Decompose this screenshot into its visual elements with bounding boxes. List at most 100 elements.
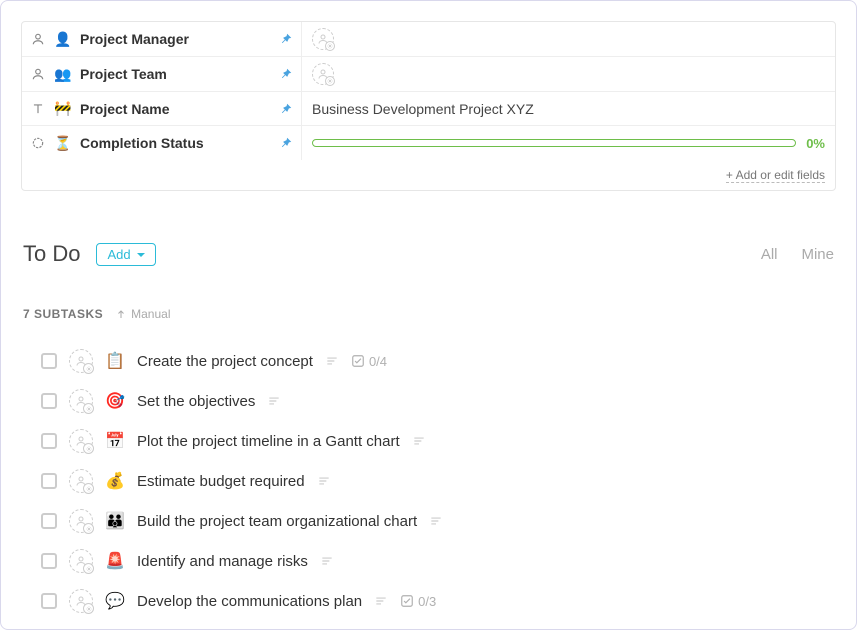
assignee-placeholder[interactable]	[69, 549, 93, 573]
gear-icon	[83, 563, 94, 574]
task-emoji-icon: 👪	[105, 511, 125, 531]
subtask-counter-text: 0/3	[418, 594, 436, 609]
description-icon[interactable]	[317, 474, 331, 488]
task-title[interactable]: Plot the project timeline in a Gantt cha…	[137, 433, 400, 450]
field-emoji-icon: 👤	[54, 30, 72, 48]
task-checkbox[interactable]	[41, 473, 57, 489]
gear-icon	[325, 41, 335, 51]
section-header: To Do Add All Mine	[21, 241, 836, 267]
field-label-text: Project Manager	[80, 31, 189, 47]
field-label-cell[interactable]: 👥 Project Team	[22, 57, 302, 91]
assignee-placeholder[interactable]	[69, 389, 93, 413]
field-emoji-icon: ⏳	[54, 134, 72, 152]
task-row[interactable]: 👪 Build the project team organizational c…	[41, 501, 836, 541]
task-title[interactable]: Estimate budget required	[137, 473, 305, 490]
description-icon[interactable]	[267, 394, 281, 408]
description-icon[interactable]	[320, 554, 334, 568]
task-row[interactable]: 🚨Identify and manage risks	[41, 541, 836, 581]
fields-footer: + Add or edit fields	[22, 160, 835, 190]
gear-icon	[83, 363, 94, 374]
field-row: 👤 Project Manager	[22, 22, 835, 57]
subtask-meta-row: 7 SUBTASKS Manual	[21, 307, 836, 321]
task-emoji-icon: 📅	[105, 431, 125, 451]
task-title[interactable]: Build the project team organizational ch…	[137, 513, 417, 530]
subtask-counter[interactable]: 0/4	[351, 354, 387, 369]
sort-selector[interactable]: Manual	[115, 307, 170, 321]
pin-icon[interactable]	[279, 32, 293, 46]
field-row: ⏳ Completion Status 0%	[22, 126, 835, 160]
task-title[interactable]: Identify and manage risks	[137, 553, 308, 570]
task-row[interactable]: 💬 Develop the communications plan 0/3	[41, 581, 836, 621]
add-button[interactable]: Add	[96, 243, 155, 266]
assignee-placeholder[interactable]	[69, 429, 93, 453]
assignee-placeholder[interactable]	[69, 469, 93, 493]
progress-type-icon	[30, 135, 46, 151]
field-value-cell[interactable]	[302, 22, 835, 56]
gear-icon	[83, 443, 94, 454]
task-checkbox[interactable]	[41, 593, 57, 609]
task-title[interactable]: Create the project concept	[137, 353, 313, 370]
task-title[interactable]: Develop the communications plan	[137, 593, 362, 610]
text-type-icon	[30, 101, 46, 117]
field-label-cell[interactable]: ⏳ Completion Status	[22, 126, 302, 160]
field-label-text: Project Team	[80, 66, 167, 82]
task-row[interactable]: 💰 Estimate budget required	[41, 461, 836, 501]
task-emoji-icon: 💰	[105, 471, 125, 491]
person-type-icon	[30, 31, 46, 47]
subtask-count-label: 7 SUBTASKS	[23, 307, 103, 321]
field-value-text: Business Development Project XYZ	[312, 101, 534, 117]
task-list: 📋 Create the project concept 0/4 🎯 Set the o…	[21, 341, 836, 621]
assignee-placeholder[interactable]	[69, 349, 93, 373]
field-value-cell[interactable]	[302, 57, 835, 91]
gear-icon	[325, 76, 335, 86]
progress-percent: 0%	[806, 136, 825, 151]
assign-avatar-placeholder[interactable]	[312, 63, 334, 85]
description-icon[interactable]	[325, 354, 339, 368]
gear-icon	[83, 523, 94, 534]
task-row[interactable]: 📅 Plot the project timeline in a Gantt ch…	[41, 421, 836, 461]
field-label-text: Completion Status	[80, 135, 204, 151]
pin-icon[interactable]	[279, 136, 293, 150]
check-square-icon	[351, 354, 365, 368]
task-checkbox[interactable]	[41, 513, 57, 529]
description-icon[interactable]	[412, 434, 426, 448]
field-label-cell[interactable]: 👤 Project Manager	[22, 22, 302, 56]
progress-bar[interactable]	[312, 139, 796, 147]
add-edit-fields-link[interactable]: + Add or edit fields	[726, 168, 825, 183]
task-checkbox[interactable]	[41, 433, 57, 449]
task-emoji-icon: 🎯	[105, 391, 125, 411]
check-square-icon	[400, 594, 414, 608]
gear-icon	[83, 403, 94, 414]
task-row[interactable]: 📋 Create the project concept 0/4	[41, 341, 836, 381]
pin-icon[interactable]	[279, 67, 293, 81]
field-label-cell[interactable]: 🚧 Project Name	[22, 92, 302, 125]
field-value-cell[interactable]: Business Development Project XYZ	[302, 92, 835, 125]
field-emoji-icon: 👥	[54, 65, 72, 83]
task-checkbox[interactable]	[41, 393, 57, 409]
app-frame: 👤 Project Manager 👥 Project Team 🚧 Project Na…	[0, 0, 857, 630]
subtask-counter[interactable]: 0/3	[400, 594, 436, 609]
task-emoji-icon: 📋	[105, 351, 125, 371]
description-icon[interactable]	[374, 594, 388, 608]
person-type-icon	[30, 66, 46, 82]
filter-mine-tab[interactable]: Mine	[801, 246, 834, 263]
section-title: To Do	[23, 241, 80, 267]
field-row: 🚧 Project Name Business Development Projec…	[22, 92, 835, 126]
chevron-down-icon	[137, 253, 145, 257]
fields-table: 👤 Project Manager 👥 Project Team 🚧 Project Na…	[21, 21, 836, 191]
task-row[interactable]: 🎯 Set the objectives	[41, 381, 836, 421]
assign-avatar-placeholder[interactable]	[312, 28, 334, 50]
field-label-text: Project Name	[80, 101, 169, 117]
field-emoji-icon: 🚧	[54, 100, 72, 118]
filter-all-tab[interactable]: All	[761, 246, 778, 263]
arrow-up-icon	[115, 308, 127, 320]
assignee-placeholder[interactable]	[69, 509, 93, 533]
task-title[interactable]: Set the objectives	[137, 393, 255, 410]
pin-icon[interactable]	[279, 102, 293, 116]
task-emoji-icon: 💬	[105, 591, 125, 611]
task-checkbox[interactable]	[41, 553, 57, 569]
description-icon[interactable]	[429, 514, 443, 528]
field-value-cell[interactable]: 0%	[302, 126, 835, 160]
assignee-placeholder[interactable]	[69, 589, 93, 613]
task-checkbox[interactable]	[41, 353, 57, 369]
